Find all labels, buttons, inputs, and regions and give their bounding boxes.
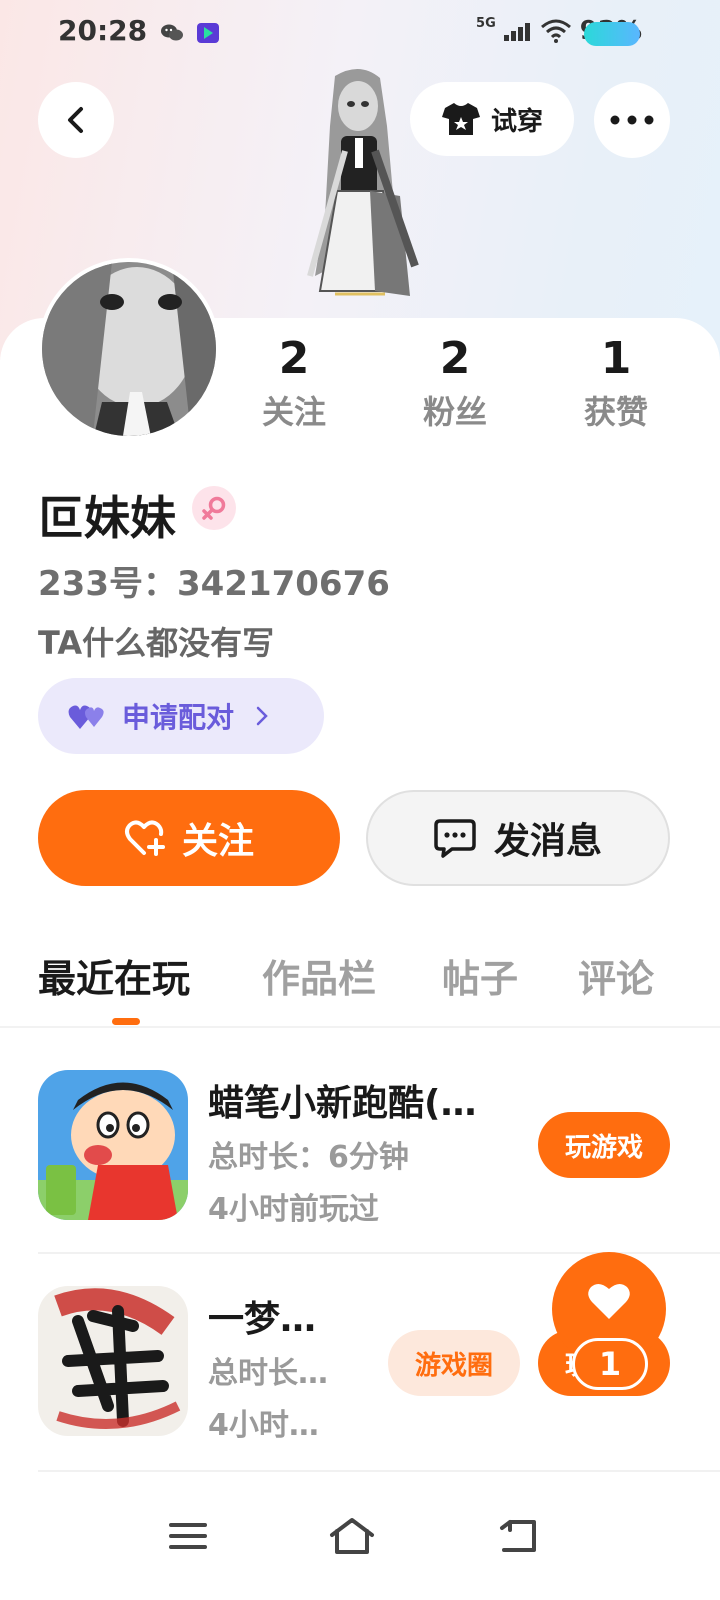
back-arrow-icon (500, 1520, 536, 1552)
menu-nav-button[interactable] (158, 1506, 218, 1566)
game-duration: 总时长：6分钟 (208, 1140, 409, 1175)
wifi-icon (540, 19, 571, 43)
status-time: 20:28 (58, 14, 148, 47)
game-last-played: 4小时… (208, 1408, 319, 1443)
tab-works[interactable]: 作品栏 (262, 948, 376, 1003)
stat-likes-value: 1 (600, 333, 632, 384)
follow-label: 关注 (181, 821, 254, 862)
stat-following-value: 2 (278, 333, 310, 384)
tabs-divider (0, 1026, 720, 1028)
stat-fans-label: 粉丝 (422, 393, 487, 431)
username: 叵妹妹 (38, 491, 176, 545)
game-icon-crayon-shin-chan (38, 1070, 188, 1220)
avatar[interactable] (38, 258, 220, 440)
send-message-button[interactable]: 发消息 (366, 790, 670, 886)
bio-text: TA什么都没有写 (38, 624, 275, 662)
signal-icon (503, 23, 530, 41)
back-nav-button[interactable] (488, 1506, 548, 1566)
play-game-button[interactable]: 玩游戏 (538, 1112, 670, 1178)
gender-badge (192, 486, 236, 530)
like-count-badge: 1 (572, 1338, 648, 1390)
user-id: 233号：342170676 (38, 564, 390, 604)
menu-icon (169, 1523, 207, 1549)
wechat-icon (161, 24, 183, 41)
try-on-label: 试穿 (490, 106, 543, 137)
stat-fans[interactable]: 2 粉丝 (385, 330, 525, 436)
double-heart-icon (68, 705, 104, 729)
send-message-label: 发消息 (493, 821, 602, 862)
game-last-played: 4小时前玩过 (208, 1192, 379, 1227)
back-button[interactable] (38, 82, 114, 158)
stat-fans-value: 2 (439, 333, 471, 384)
stat-following-label: 关注 (261, 393, 326, 431)
chevron-right-icon (256, 706, 268, 726)
tab-posts[interactable]: 帖子 (442, 948, 518, 1003)
system-navigation-bar (0, 1488, 720, 1600)
home-icon (330, 1518, 374, 1554)
chevron-left-icon (68, 107, 83, 133)
game-row[interactable]: 蜡笔小新跑酷(… 总时长：6分钟 4小时前玩过 玩游戏 (0, 1040, 720, 1256)
game-circle-button[interactable]: 游戏圈 (388, 1330, 520, 1396)
network-type: 5G (476, 15, 496, 31)
video-app-icon (197, 23, 219, 43)
chat-bubble-icon (434, 819, 476, 858)
game-duration: 总时长… (208, 1356, 328, 1391)
stat-following[interactable]: 2 关注 (224, 330, 364, 436)
game-icon-yimeng (38, 1286, 188, 1436)
row-divider (38, 1470, 720, 1472)
heart-plus-icon (124, 820, 165, 856)
status-bar: 20:28 5G 92% (0, 0, 720, 68)
tshirt-icon (441, 103, 480, 135)
stat-likes-label: 获赞 (583, 393, 648, 431)
profile-tabs: 最近在玩 作品栏 帖子 评论 (0, 948, 720, 1028)
more-button[interactable] (594, 82, 670, 158)
character-avatar-figure (307, 68, 419, 296)
tab-recently-played[interactable]: 最近在玩 (38, 948, 190, 1003)
battery-icon (584, 22, 640, 46)
stat-likes[interactable]: 1 获赞 (546, 330, 686, 436)
female-icon (202, 496, 226, 520)
avatar-image (42, 262, 216, 436)
active-tab-indicator (112, 1018, 140, 1025)
game-title: 蜡笔小新跑酷(… (208, 1083, 477, 1124)
game-title: 一梦… (208, 1299, 317, 1340)
more-dots-icon (610, 115, 654, 125)
tab-comments[interactable]: 评论 (578, 948, 654, 1003)
home-nav-button[interactable] (322, 1506, 382, 1566)
request-pairing-label: 申请配对 (122, 701, 235, 734)
follow-button[interactable]: 关注 (38, 790, 340, 886)
heart-icon (588, 1283, 630, 1319)
request-pairing-button[interactable]: 申请配对 (38, 678, 324, 754)
